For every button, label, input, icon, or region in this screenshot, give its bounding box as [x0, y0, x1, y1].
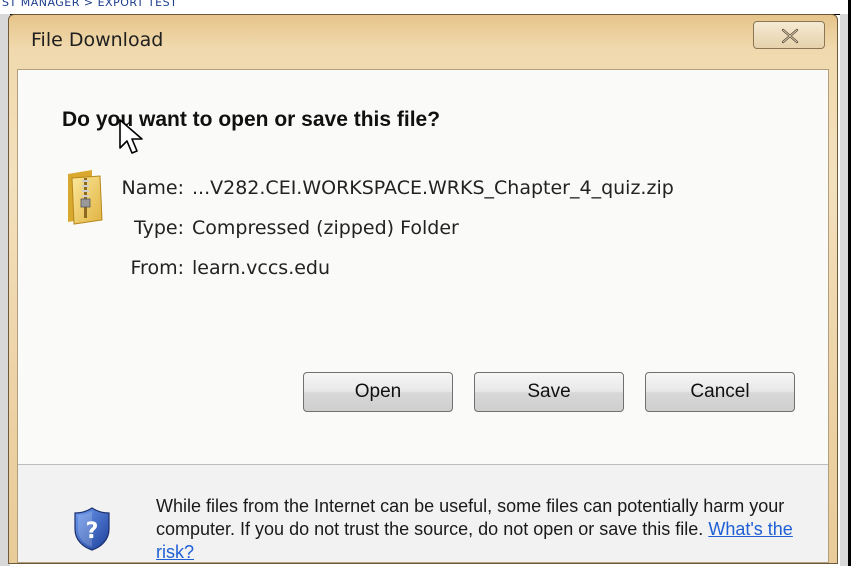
close-icon: [781, 28, 799, 44]
file-name-label: Name:: [121, 177, 184, 199]
file-name-value: ...V282.CEI.WORKSPACE.WRKS_Chapter_4_qui…: [192, 177, 674, 199]
dialog-title: File Download: [31, 29, 164, 51]
cancel-button[interactable]: Cancel: [645, 372, 795, 412]
security-warning-text: While files from the Internet can be use…: [156, 496, 785, 539]
background-app-right-edge: [840, 14, 848, 566]
security-warning-area: ? While files from the Internet can be u…: [18, 465, 828, 562]
file-type-label: Type:: [133, 217, 184, 239]
background-app-header: ST MANAGER > EXPORT TEST: [0, 0, 851, 15]
shield-question-icon: ?: [74, 507, 110, 551]
file-from-label: From:: [130, 257, 184, 279]
security-warning: While files from the Internet can be use…: [156, 495, 816, 564]
file-from-value: learn.vccs.edu: [192, 257, 331, 279]
svg-text:?: ?: [86, 519, 99, 544]
background-app-title: ST MANAGER > EXPORT TEST: [2, 0, 178, 8]
open-button[interactable]: Open: [303, 372, 453, 412]
close-button[interactable]: [753, 21, 825, 49]
file-type-value: Compressed (zipped) Folder: [192, 217, 459, 239]
dialog-titlebar[interactable]: File Download: [9, 15, 837, 67]
save-button[interactable]: Save: [474, 372, 624, 412]
file-download-dialog: File Download Do you want to open or sav…: [8, 14, 838, 564]
mouse-pointer-icon: [119, 119, 143, 154]
